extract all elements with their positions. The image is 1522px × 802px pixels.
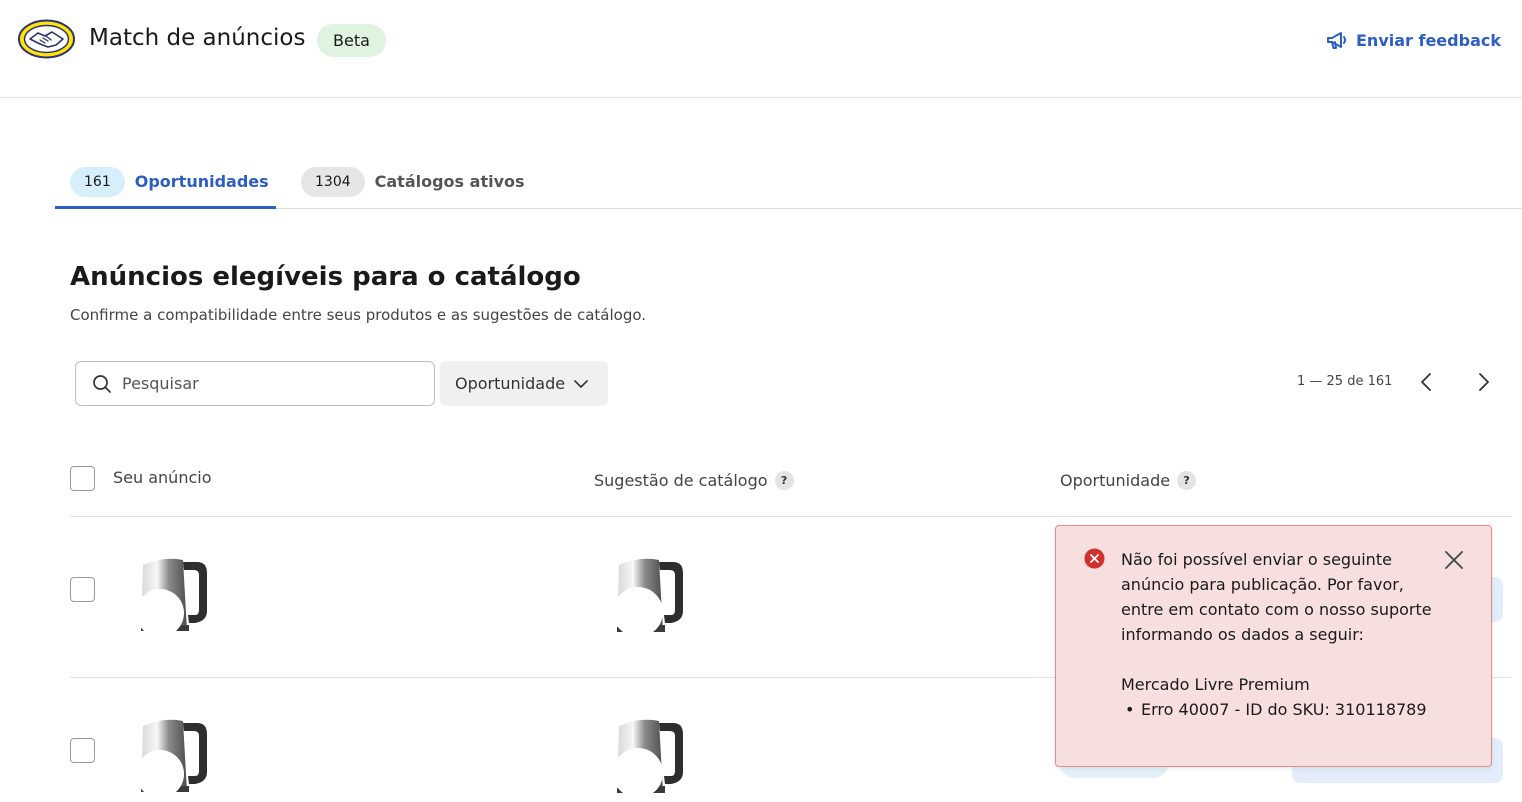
help-icon[interactable]: ? — [774, 471, 794, 490]
toast-error-item: Erro 40007 - ID do SKU: 310118789 — [1125, 697, 1441, 722]
toast-error-list: Erro 40007 - ID do SKU: 310118789 — [1121, 697, 1441, 722]
toast-message-text: Não foi possível enviar o seguinte anúnc… — [1121, 550, 1432, 644]
chevron-down-icon — [574, 379, 588, 388]
select-all-checkbox[interactable] — [70, 466, 95, 491]
error-icon — [1084, 548, 1105, 569]
tab-label: Catálogos ativos — [374, 172, 525, 191]
row-checkbox[interactable] — [70, 577, 95, 602]
tab-label: Oportunidades — [134, 172, 269, 191]
tabs-bar: 161 Oportunidades 1304 Catálogos ativos — [55, 160, 1522, 209]
kettle-image — [133, 719, 213, 799]
tab-count-badge: 1304 — [301, 167, 365, 197]
help-icon[interactable]: ? — [1177, 471, 1197, 490]
error-toast: Não foi possível enviar o seguinte anúnc… — [1055, 525, 1492, 767]
search-icon — [93, 374, 111, 393]
page-title: Anúncios elegíveis para o catálogo — [70, 262, 581, 292]
column-header-seu-anuncio: Seu anúncio — [113, 468, 211, 487]
opportunity-filter-dropdown[interactable]: Oportunidade — [440, 361, 608, 406]
beta-badge: Beta — [317, 24, 386, 57]
search-box[interactable] — [75, 361, 435, 406]
mercado-livre-logo[interactable] — [18, 19, 75, 59]
tab-catalogos-ativos[interactable]: 1304 Catálogos ativos — [301, 160, 541, 209]
toast-message: Não foi possível enviar o seguinte anúnc… — [1121, 547, 1441, 722]
row-checkbox[interactable] — [70, 738, 95, 763]
search-input[interactable] — [122, 374, 422, 393]
kettle-image — [133, 558, 213, 638]
row-divider — [70, 516, 1512, 517]
column-header-label: Sugestão de catálogo — [594, 471, 768, 490]
close-icon[interactable] — [1444, 550, 1464, 570]
column-header-label: Oportunidade — [1060, 471, 1171, 490]
tab-oportunidades[interactable]: 161 Oportunidades — [55, 160, 276, 209]
kettle-image — [609, 558, 689, 638]
send-feedback-link[interactable]: Enviar feedback — [1325, 28, 1501, 52]
app-title: Match de anúncios — [89, 25, 306, 51]
app-header: Match de anúncios Beta Enviar feedback — [0, 0, 1522, 98]
chevron-left-icon[interactable] — [1415, 370, 1439, 394]
column-header-label: Seu anúncio — [113, 468, 212, 487]
page-subtitle: Confirme a compatibilidade entre seus pr… — [70, 306, 647, 324]
chevron-right-icon[interactable] — [1471, 370, 1495, 394]
kettle-image — [609, 719, 689, 799]
column-header-oportunidade: Oportunidade ? — [1060, 471, 1197, 490]
megaphone-icon — [1327, 32, 1346, 49]
tab-count-badge: 161 — [70, 167, 125, 197]
toast-account-name: Mercado Livre Premium — [1121, 675, 1310, 694]
send-feedback-label: Enviar feedback — [1356, 30, 1501, 50]
column-header-sugestao: Sugestão de catálogo ? — [594, 471, 794, 490]
filter-label: Oportunidade — [455, 374, 566, 393]
pagination-range: 1 — 25 de 161 — [1297, 374, 1393, 389]
